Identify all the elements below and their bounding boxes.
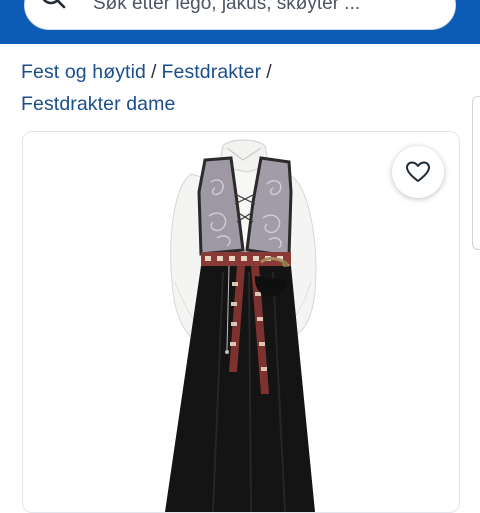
product-image[interactable] [23,132,459,512]
breadcrumb-festdrakter-dame[interactable]: Festdrakter dame [21,93,175,115]
favorite-button[interactable] [392,146,444,198]
search-icon [39,0,69,15]
search-placeholder: Søk etter lego, jakus, skøyter ... [93,0,361,14]
top-bar: Søk etter lego, jakus, skøyter ... [0,0,480,44]
breadcrumb-festdrakter[interactable]: Festdrakter [161,61,261,83]
breadcrumb-separator: / [266,61,272,83]
scrollbar-handle[interactable] [472,96,480,250]
search-input[interactable]: Søk etter lego, jakus, skøyter ... [24,0,456,30]
breadcrumb-fest-og-hoytid[interactable]: Fest og høytid [21,61,146,83]
breadcrumb-separator: / [150,61,157,83]
listing-card[interactable] [22,131,460,513]
breadcrumb: Fest og høytid / Festdrakter / Festdrakter d… [21,56,461,120]
heart-icon [406,161,430,182]
